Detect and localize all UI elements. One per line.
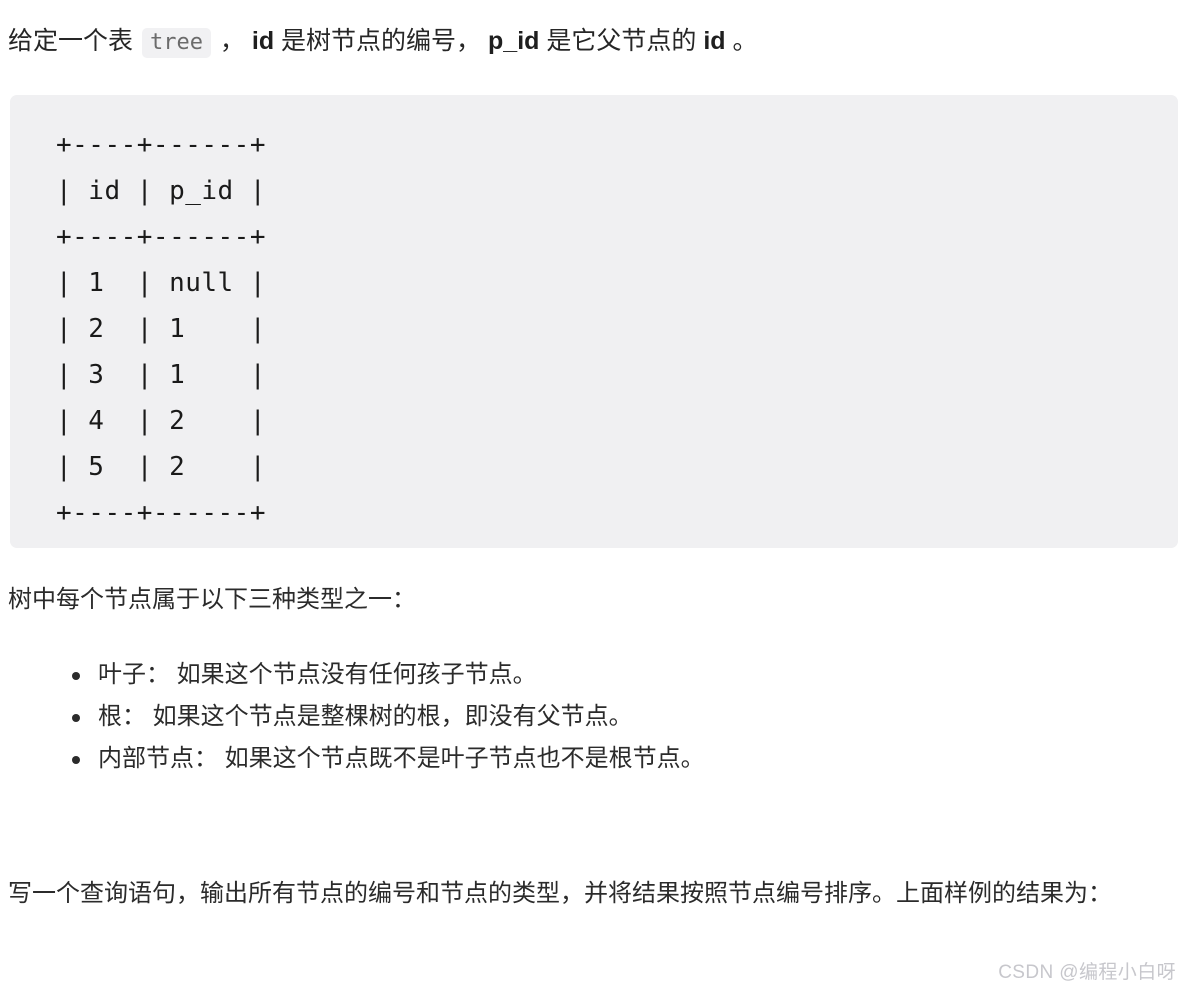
- code-block-content: +----+------+ | id | p_id | +----+------…: [56, 130, 266, 528]
- bullet-icon: [72, 672, 80, 680]
- intro-text-part2: ，: [219, 27, 245, 55]
- list-item-label: 根： 如果这个节点是整棵树的根，即没有父节点。: [98, 703, 633, 730]
- bullet-icon: [72, 756, 80, 764]
- intro-text-part1: 给定一个表: [8, 27, 134, 55]
- document-page: 给定一个表 tree ， id 是树节点的编号， p_id 是它父节点的 id …: [0, 0, 1186, 992]
- intro-bold-id: id: [251, 27, 275, 55]
- list-item-label: 内部节点： 如果这个节点既不是叶子节点也不是根节点。: [98, 745, 705, 772]
- intro-bold-id-2: id: [703, 27, 726, 55]
- node-types-list: 叶子： 如果这个节点没有任何孩子节点。 根： 如果这个节点是整棵树的根，即没有父…: [0, 654, 1180, 780]
- list-item-label: 叶子： 如果这个节点没有任何孩子节点。: [98, 661, 537, 688]
- watermark: CSDN @编程小白呀: [998, 962, 1176, 983]
- inline-code-tree: tree: [141, 28, 211, 58]
- node-types-intro: 树中每个节点属于以下三种类型之一：: [8, 586, 416, 613]
- list-item: 内部节点： 如果这个节点既不是叶子节点也不是根节点。: [0, 738, 1180, 780]
- intro-text-part5: 。: [732, 27, 758, 55]
- intro-bold-p-id: p_id: [488, 27, 540, 55]
- bullet-icon: [72, 714, 80, 722]
- intro-text-part3: 是树节点的编号，: [281, 27, 482, 55]
- intro-text-part4: 是它父节点的: [546, 27, 697, 55]
- intro-paragraph: 给定一个表 tree ， id 是树节点的编号， p_id 是它父节点的 id …: [8, 24, 1178, 60]
- list-item: 叶子： 如果这个节点没有任何孩子节点。: [0, 654, 1180, 696]
- code-block: +----+------+ | id | p_id | +----+------…: [10, 95, 1178, 548]
- query-paragraph: 写一个查询语句，输出所有节点的编号和节点的类型，并将结果按照节点编号排序。上面样…: [8, 880, 1112, 907]
- list-item: 根： 如果这个节点是整棵树的根，即没有父节点。: [0, 696, 1180, 738]
